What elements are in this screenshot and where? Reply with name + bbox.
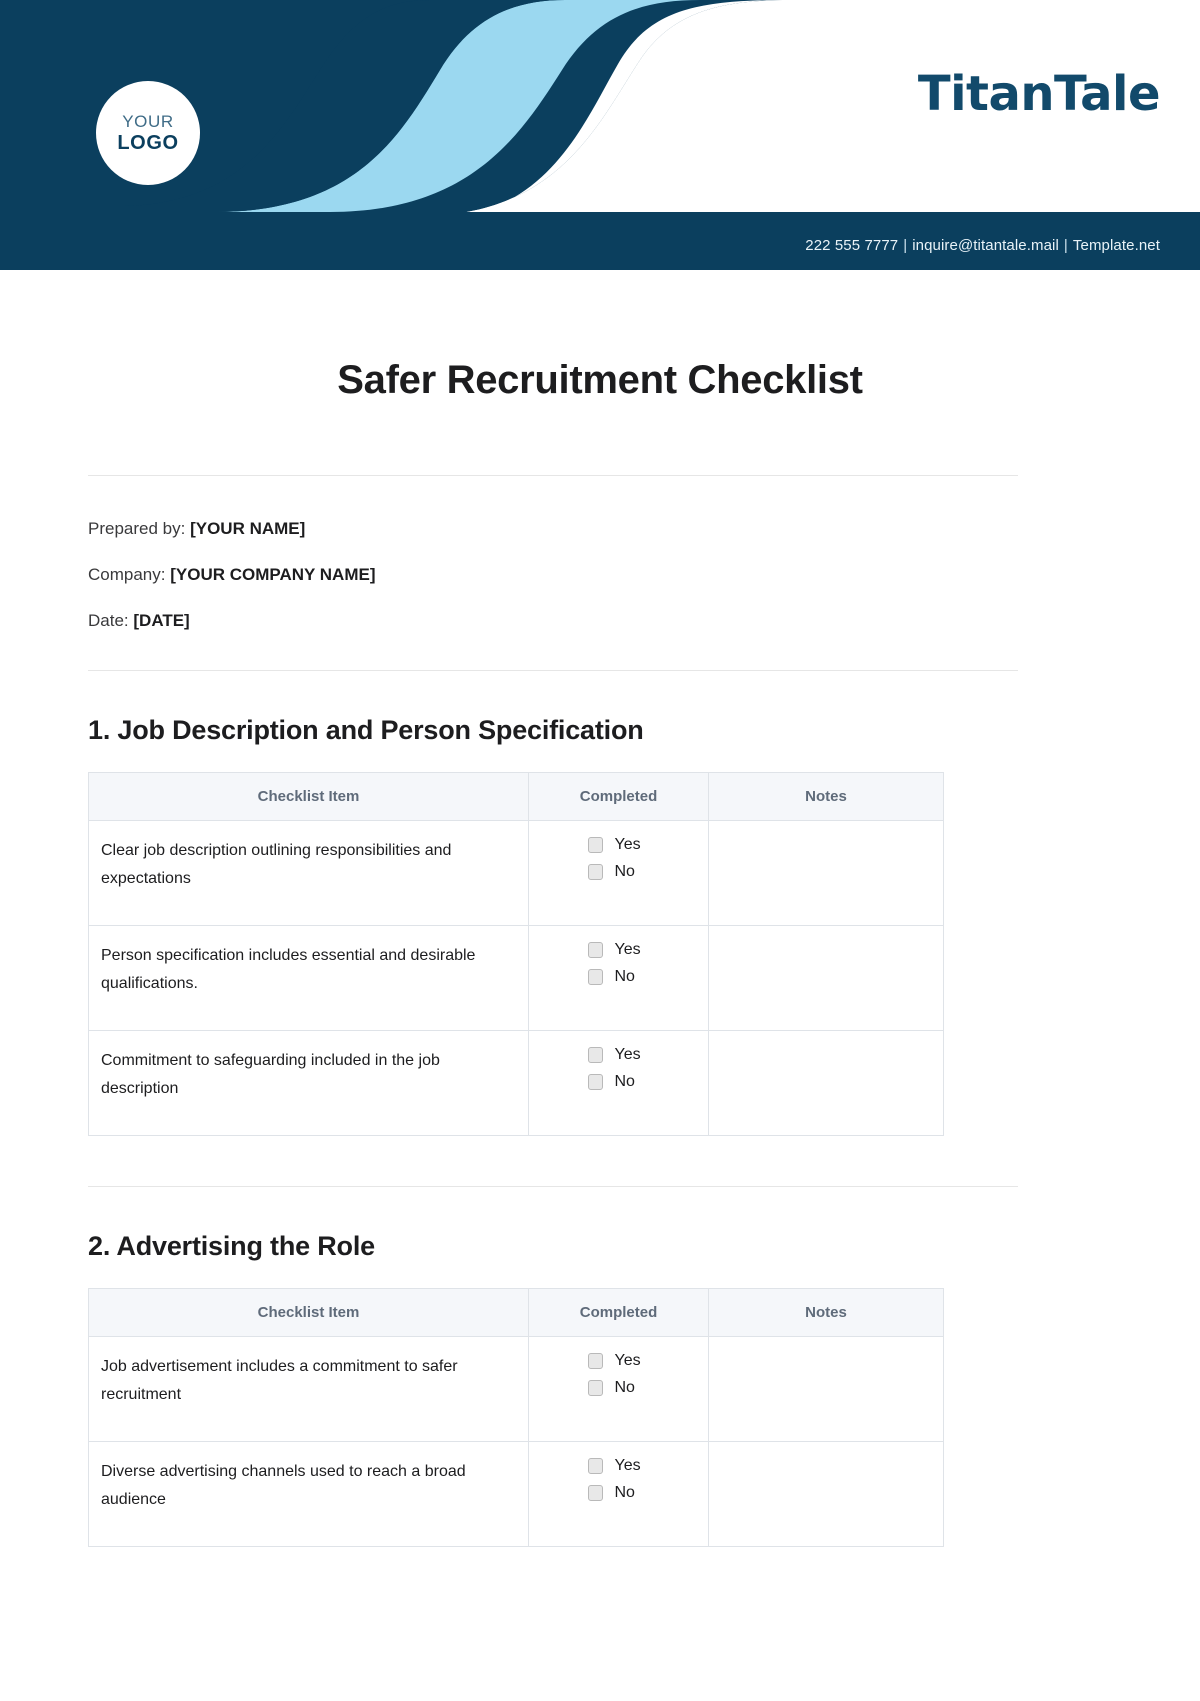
- column-header-checklist-item: Checklist Item: [88, 772, 529, 822]
- section-divider: [88, 1186, 1018, 1188]
- option-label-no: No: [614, 968, 635, 986]
- meta-label-prepared-by: Prepared by:: [88, 519, 186, 538]
- title-divider: [88, 475, 1018, 476]
- completed-cell: Yes No: [528, 925, 709, 1032]
- option-yes[interactable]: Yes: [587, 836, 652, 854]
- column-header-checklist-item: Checklist Item: [88, 1288, 529, 1338]
- section-heading: 2. Advertising the Role: [88, 1231, 375, 1262]
- table-row: Diverse advertising channels used to rea…: [88, 1441, 944, 1548]
- meta-date: Date: [DATE]: [88, 610, 1112, 632]
- page-header: YOUR LOGO TitanTale 222 555 7777 | inquire…: [0, 0, 1200, 270]
- option-yes[interactable]: Yes: [587, 1457, 652, 1475]
- option-label-yes: Yes: [614, 836, 641, 854]
- option-no[interactable]: No: [587, 863, 652, 881]
- option-no[interactable]: No: [587, 1379, 652, 1397]
- table-row: Job advertisement includes a commitment …: [88, 1336, 944, 1443]
- column-header-completed: Completed: [528, 772, 709, 822]
- meta-company: Company: [YOUR COMPANY NAME]: [88, 564, 1112, 586]
- column-header-notes: Notes: [708, 1288, 944, 1338]
- checklist-item-text: Diverse advertising channels used to rea…: [88, 1441, 529, 1548]
- checklist-table: Checklist Item Completed Notes Job advertis…: [88, 1288, 944, 1548]
- option-label-yes: Yes: [614, 1046, 641, 1064]
- option-no[interactable]: No: [587, 1484, 652, 1502]
- meta-divider: [88, 670, 1018, 672]
- notes-cell[interactable]: [708, 1441, 944, 1548]
- completed-cell: Yes No: [528, 1030, 709, 1137]
- table-row: Commitment to safeguarding included in t…: [88, 1030, 944, 1137]
- contact-phone: 222 555 7777: [805, 237, 899, 254]
- checklist-section: 2. Advertising the Role Checklist Item Com…: [88, 1231, 1112, 1548]
- table-header-row: Checklist Item Completed Notes: [88, 1288, 944, 1338]
- option-no[interactable]: No: [587, 968, 652, 986]
- contact-website: Template.net: [1072, 237, 1160, 254]
- logo-text-your: YOUR: [122, 112, 174, 131]
- checkbox-yes[interactable]: [587, 837, 603, 854]
- notes-cell[interactable]: [708, 1030, 944, 1137]
- meta-value-company[interactable]: [YOUR COMPANY NAME]: [170, 565, 375, 584]
- meta-label-company: Company:: [88, 565, 166, 585]
- logo-placeholder: YOUR LOGO: [96, 81, 200, 185]
- checklist-table: Checklist Item Completed Notes Clear job de…: [88, 772, 944, 1137]
- option-label-no: No: [614, 863, 635, 881]
- document-body: Safer Recruitment Checklist Prepared by:…: [0, 358, 1200, 1548]
- notes-cell[interactable]: [708, 1336, 944, 1443]
- option-yes[interactable]: Yes: [587, 941, 652, 959]
- contact-email: inquire@titantale.mail: [912, 237, 1059, 254]
- meta-label-date: Date:: [88, 611, 129, 631]
- option-label-yes: Yes: [614, 1352, 641, 1370]
- checkbox-yes[interactable]: [587, 1353, 603, 1370]
- option-yes[interactable]: Yes: [587, 1352, 652, 1370]
- contact-info: 222 555 7777 | inquire@titantale.mail | Temp…: [805, 237, 1160, 254]
- completed-cell: Yes No: [528, 1441, 709, 1548]
- option-label-yes: Yes: [614, 941, 641, 959]
- notes-cell[interactable]: [708, 925, 944, 1032]
- logo-text-logo: LOGO: [117, 132, 179, 154]
- option-label-no: No: [614, 1379, 635, 1397]
- meta-value-prepared-by[interactable]: [YOUR NAME]: [190, 519, 305, 538]
- checkbox-yes[interactable]: [587, 1047, 603, 1064]
- checkbox-no[interactable]: [587, 1485, 603, 1502]
- option-label-no: No: [614, 1484, 635, 1502]
- checkbox-no[interactable]: [587, 1074, 603, 1091]
- brand-name: TitanTale: [917, 66, 1161, 122]
- checklist-sections: 1. Job Description and Person Specificat…: [88, 715, 1112, 1548]
- document-meta: Prepared by: [YOUR NAME] Company: [YOUR …: [88, 518, 1112, 632]
- completed-cell: Yes No: [528, 820, 709, 927]
- checkbox-no[interactable]: [587, 1380, 603, 1397]
- option-no[interactable]: No: [587, 1073, 652, 1091]
- meta-value-date[interactable]: [DATE]: [133, 611, 189, 630]
- section-heading: 1. Job Description and Person Specificat…: [88, 715, 644, 746]
- checklist-item-text: Commitment to safeguarding included in t…: [88, 1030, 529, 1137]
- contact-separator-2: |: [1063, 237, 1068, 254]
- checkbox-yes[interactable]: [587, 1458, 603, 1475]
- page-title: Safer Recruitment Checklist: [337, 358, 863, 402]
- column-header-notes: Notes: [708, 772, 944, 822]
- meta-prepared-by: Prepared by: [YOUR NAME]: [88, 518, 1112, 540]
- table-row: Person specification includes essential …: [88, 925, 944, 1032]
- checklist-item-text: Job advertisement includes a commitment …: [88, 1336, 529, 1443]
- column-header-completed: Completed: [528, 1288, 709, 1338]
- option-yes[interactable]: Yes: [587, 1046, 652, 1064]
- table-header-row: Checklist Item Completed Notes: [88, 772, 944, 822]
- option-label-yes: Yes: [614, 1457, 641, 1475]
- contact-separator-1: |: [903, 237, 908, 254]
- completed-cell: Yes No: [528, 1336, 709, 1443]
- option-label-no: No: [614, 1073, 635, 1091]
- checkbox-no[interactable]: [587, 969, 603, 986]
- notes-cell[interactable]: [708, 820, 944, 927]
- checklist-item-text: Person specification includes essential …: [88, 925, 529, 1032]
- checklist-section: 1. Job Description and Person Specificat…: [88, 715, 1112, 1188]
- checkbox-yes[interactable]: [587, 942, 603, 959]
- checklist-item-text: Clear job description outlining responsi…: [88, 820, 529, 927]
- table-row: Clear job description outlining responsi…: [88, 820, 944, 927]
- checkbox-no[interactable]: [587, 864, 603, 881]
